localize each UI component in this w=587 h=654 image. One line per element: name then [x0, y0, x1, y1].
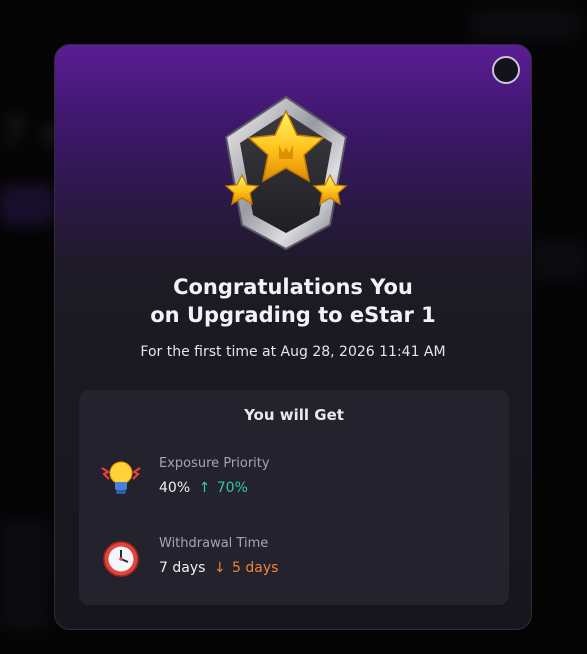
- old-value: 7 days: [159, 560, 206, 576]
- title-line-2: on Upgrading to eStar 1: [150, 303, 436, 327]
- estar-badge-icon: [224, 95, 348, 251]
- close-button[interactable]: [492, 56, 520, 84]
- arrow-up-icon: ↑: [198, 480, 211, 496]
- new-value: 70%: [216, 480, 248, 496]
- benefit-values: 7 days ↓ 5 days: [159, 560, 278, 576]
- benefits-heading: You will Get: [244, 406, 344, 424]
- benefit-label: Withdrawal Time: [159, 536, 269, 551]
- upgrade-timestamp: For the first time at Aug 28, 2026 11:41…: [140, 344, 446, 360]
- congrats-title: Congratulations You on Upgrading to eSta…: [55, 273, 531, 329]
- benefit-values: 40% ↑ 70%: [159, 480, 248, 496]
- benefit-row-withdrawal: Withdrawal Time 7 days ↓ 5 days: [99, 528, 489, 588]
- clock-icon: [103, 541, 139, 577]
- title-line-1: Congratulations You: [173, 275, 413, 299]
- lightbulb-icon: [101, 461, 141, 494]
- benefit-label: Exposure Priority: [159, 456, 270, 471]
- benefits-panel: You will Get Exposure Priority 40% ↑ 70%: [79, 390, 509, 605]
- old-value: 40%: [159, 480, 191, 496]
- benefit-row-exposure: Exposure Priority 40% ↑ 70%: [99, 448, 489, 508]
- arrow-down-icon: ↓: [213, 560, 226, 576]
- upgrade-modal: Congratulations You on Upgrading to eSta…: [54, 44, 532, 630]
- new-value: 5 days: [232, 560, 279, 576]
